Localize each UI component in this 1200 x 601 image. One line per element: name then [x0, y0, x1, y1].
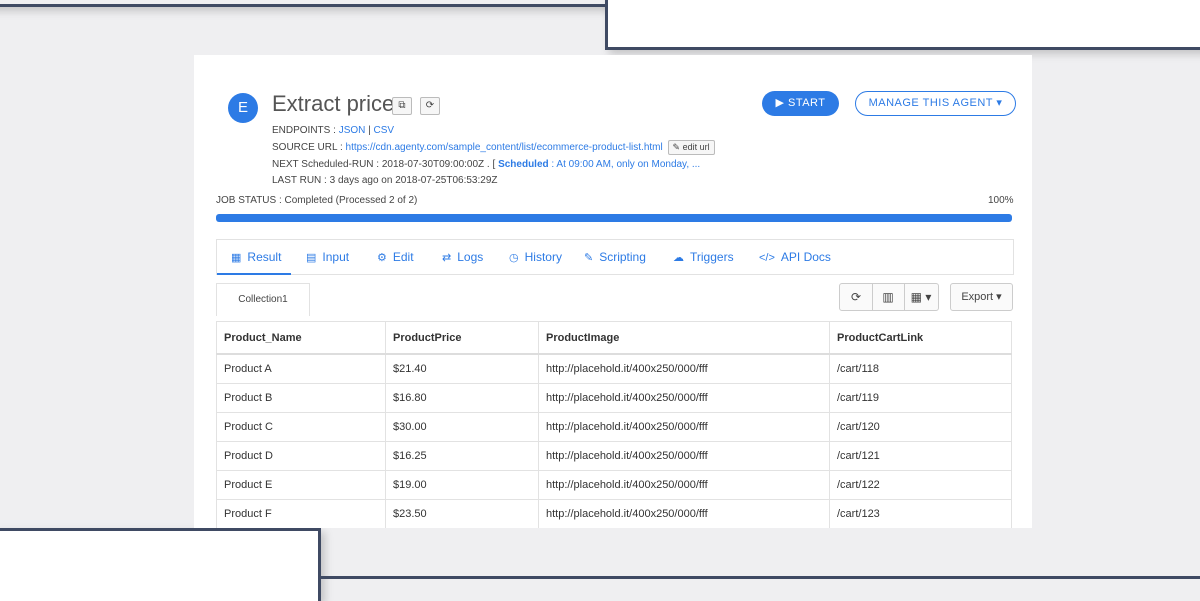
table-row: Product F $23.50 http://placehold.it/400…	[216, 499, 1012, 528]
job-percent: 100%	[988, 195, 1014, 206]
table-cell: $21.40	[385, 353, 539, 384]
table-cell: Product E	[216, 470, 386, 500]
decorative-frame-top-right	[605, 0, 1200, 50]
table-cell: Product C	[216, 412, 386, 442]
tab-edit[interactable]: ⚙ Edit	[377, 240, 414, 274]
table-cell: $23.50	[385, 499, 539, 528]
table-cell: /cart/120	[829, 412, 1012, 442]
refresh-icon[interactable]: ⟳	[840, 284, 873, 310]
endpoint-csv-link[interactable]: CSV	[374, 125, 395, 136]
exchange-icon: ⇄	[442, 252, 452, 264]
tab-input[interactable]: ▤ Input	[306, 240, 349, 274]
table-row: Product D $16.25 http://placehold.it/400…	[216, 441, 1012, 471]
table-row: Product B $16.80 http://placehold.it/400…	[216, 383, 1012, 413]
endpoint-separator: |	[368, 125, 371, 136]
tab-history[interactable]: ◷ History	[509, 240, 562, 274]
result-table: Product_Name ProductPrice ProductImage P…	[216, 321, 1012, 528]
decorative-frame-bottom-right	[318, 576, 1200, 599]
table-cell: $30.00	[385, 412, 539, 442]
source-url-label: SOURCE URL :	[272, 142, 343, 153]
agent-avatar: E	[228, 93, 258, 123]
tab-triggers-label: Triggers	[690, 250, 734, 264]
refresh-title-icon[interactable]: ⟳	[420, 97, 440, 115]
column-header[interactable]: ProductImage	[538, 321, 830, 355]
tab-result[interactable]: ▦ Result	[231, 240, 281, 274]
table-cell: /cart/122	[829, 470, 1012, 500]
table-cell: $16.80	[385, 383, 539, 413]
gear-icon: ⚙	[377, 252, 387, 264]
table-cell: $19.00	[385, 470, 539, 500]
table-toolbar: ⟳ ▥ ▦ ▾	[839, 283, 939, 311]
table-row: Product A $21.40 http://placehold.it/400…	[216, 353, 1012, 384]
tab-history-label: History	[524, 250, 562, 264]
tab-triggers[interactable]: ☁ Triggers	[673, 240, 734, 274]
pencil-icon: ✎	[672, 142, 681, 152]
tab-bar: ▦ Result ▤ Input ⚙ Edit ⇄ Logs ◷ History ✎ Scr…	[216, 239, 1014, 275]
decorative-frame-top-left	[0, 0, 611, 7]
column-header[interactable]: Product_Name	[216, 321, 386, 355]
endpoint-json-link[interactable]: JSON	[339, 125, 366, 136]
copy-icon[interactable]: ⧉	[392, 97, 412, 115]
job-progress-fill	[216, 214, 1012, 222]
grid-view-icon[interactable]: ▦ ▾	[904, 284, 938, 310]
table-cell: http://placehold.it/400x250/000/fff	[538, 499, 830, 528]
code-icon: </>	[759, 252, 775, 264]
table-cell: http://placehold.it/400x250/000/fff	[538, 353, 830, 384]
columns-icon[interactable]: ▥	[872, 284, 905, 310]
table-cell: http://placehold.it/400x250/000/fff	[538, 441, 830, 471]
collection-tab[interactable]: Collection1	[216, 283, 310, 316]
cloud-icon: ☁	[673, 252, 684, 264]
table-cell: Product B	[216, 383, 386, 413]
tab-input-label: Input	[322, 250, 350, 264]
active-tab-indicator	[217, 273, 291, 275]
next-run-label: NEXT Scheduled-RUN : 2018-07-30T09:00:00…	[272, 159, 496, 170]
column-header[interactable]: ProductPrice	[385, 321, 539, 355]
job-progress-bar	[216, 214, 1012, 222]
agent-title: Extract price	[272, 91, 395, 116]
tab-scripting-label: Scripting	[599, 250, 646, 264]
tab-logs-label: Logs	[457, 250, 484, 264]
scheduled-text[interactable]: : At 09:00 AM, only on Monday, ...	[551, 159, 700, 170]
clock-icon: ◷	[509, 252, 519, 264]
tab-result-label: Result	[247, 250, 282, 264]
edit-url-button[interactable]: ✎ edit url	[667, 140, 715, 155]
table-cell: Product F	[216, 499, 386, 528]
table-row: Product C $30.00 http://placehold.it/400…	[216, 412, 1012, 442]
scheduled-label: Scheduled	[498, 159, 549, 170]
next-run-line: NEXT Scheduled-RUN : 2018-07-30T09:00:00…	[272, 159, 700, 170]
start-button[interactable]: ▶ START	[762, 91, 839, 116]
decorative-frame-bottom-left	[0, 528, 321, 601]
table-row: Product E $19.00 http://placehold.it/400…	[216, 470, 1012, 500]
tab-logs[interactable]: ⇄ Logs	[442, 240, 483, 274]
table-icon: ▦	[231, 252, 242, 264]
table-cell: http://placehold.it/400x250/000/fff	[538, 412, 830, 442]
table-cell: $16.25	[385, 441, 539, 471]
source-url-link[interactable]: https://cdn.agenty.com/sample_content/li…	[346, 142, 663, 153]
list-icon: ▤	[306, 252, 317, 264]
table-cell: /cart/118	[829, 353, 1012, 384]
source-url-line: SOURCE URL : https://cdn.agenty.com/samp…	[272, 140, 715, 155]
pencil-square-icon: ✎	[584, 252, 594, 264]
table-cell: /cart/123	[829, 499, 1012, 528]
last-run: LAST RUN : 3 days ago on 2018-07-25T06:5…	[272, 175, 498, 186]
table-cell: Product D	[216, 441, 386, 471]
table-cell: /cart/121	[829, 441, 1012, 471]
endpoints-label: ENDPOINTS :	[272, 125, 336, 136]
column-header[interactable]: ProductCartLink	[829, 321, 1012, 355]
table-cell: Product A	[216, 353, 386, 384]
table-header-row: Product_Name ProductPrice ProductImage P…	[216, 321, 1012, 355]
tab-api-docs-label: API Docs	[780, 250, 831, 264]
manage-agent-button[interactable]: MANAGE THIS AGENT ▾	[855, 91, 1016, 116]
table-cell: http://placehold.it/400x250/000/fff	[538, 383, 830, 413]
table-cell: http://placehold.it/400x250/000/fff	[538, 470, 830, 500]
endpoints-line: ENDPOINTS : JSON | CSV	[272, 125, 394, 136]
export-button[interactable]: Export ▾	[950, 283, 1013, 311]
job-status: JOB STATUS : Completed (Processed 2 of 2…	[216, 195, 418, 206]
agent-card: E Extract price ⧉ ⟳ ENDPOINTS : JSON | C…	[194, 55, 1032, 528]
edit-url-label: edit url	[682, 142, 710, 152]
tab-api-docs[interactable]: </> API Docs	[759, 240, 831, 274]
tab-edit-label: Edit	[392, 250, 414, 264]
table-cell: /cart/119	[829, 383, 1012, 413]
tab-scripting[interactable]: ✎ Scripting	[584, 240, 646, 274]
